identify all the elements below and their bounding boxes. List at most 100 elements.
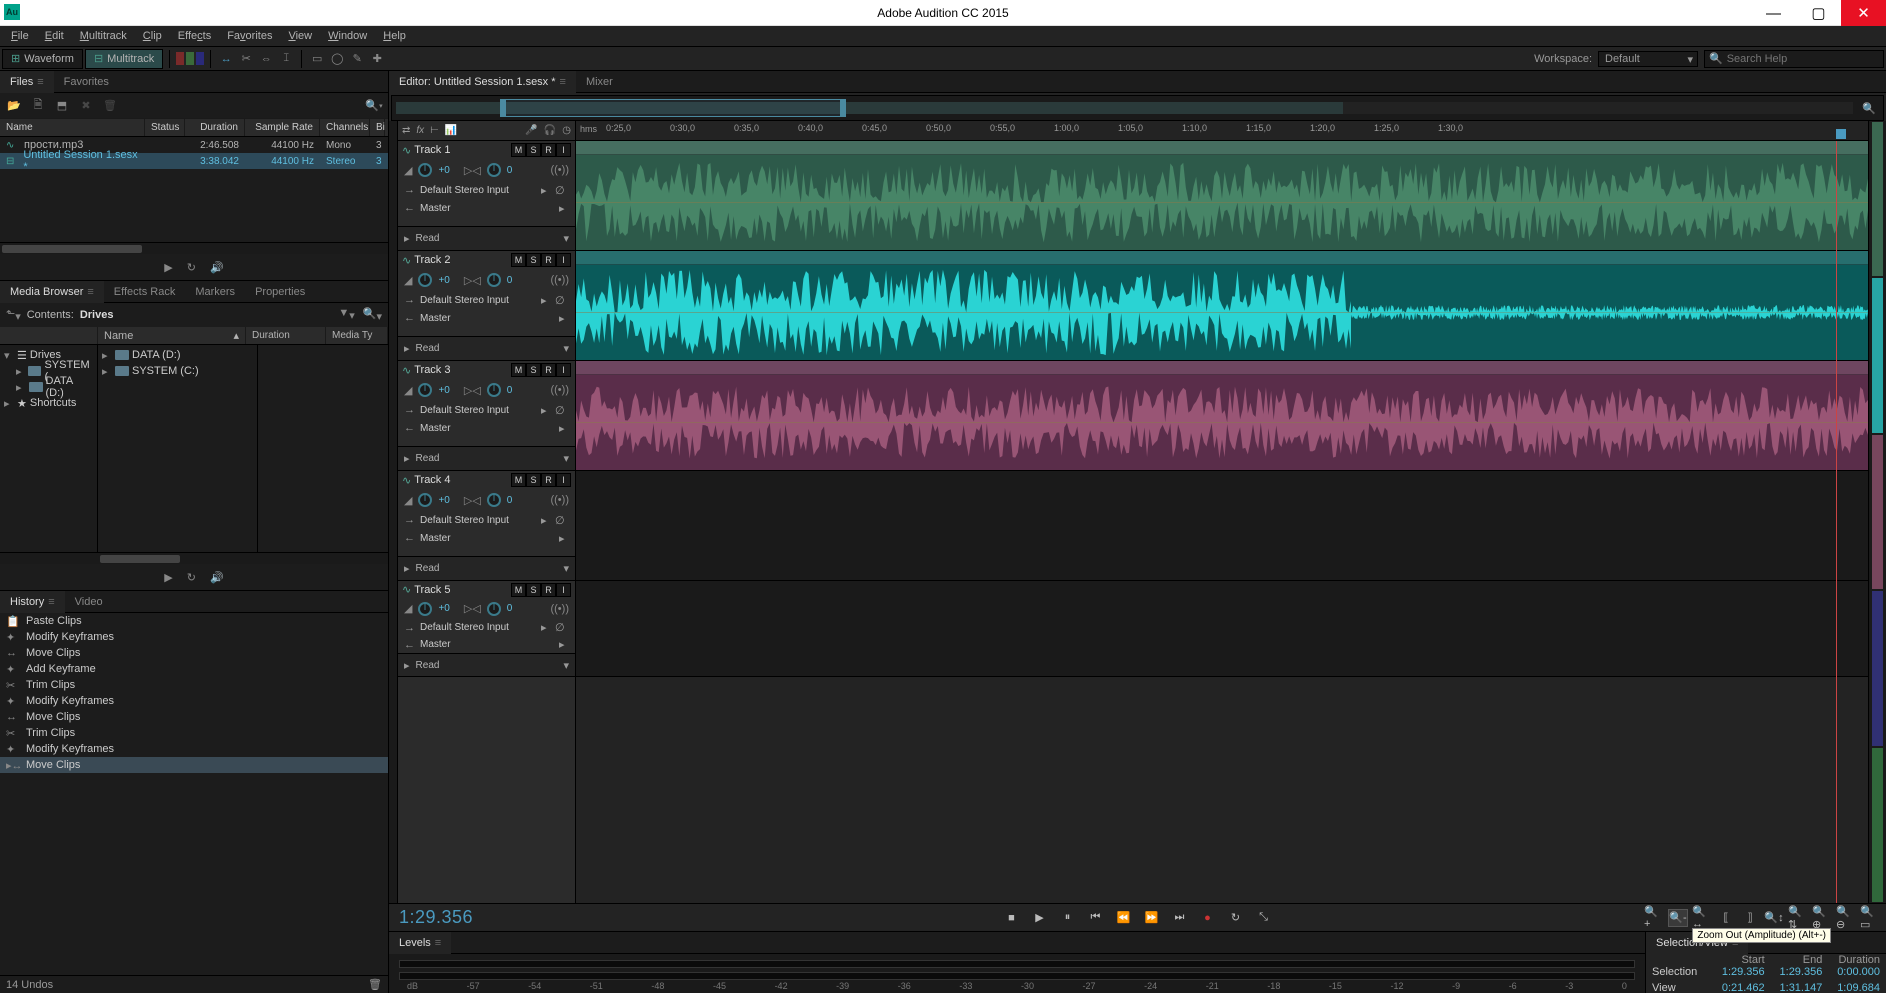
- end-marker-icon[interactable]: [1836, 129, 1846, 139]
- mb-play-icon[interactable]: ▶: [164, 571, 172, 584]
- history-item[interactable]: ✂Trim Clips: [0, 677, 388, 693]
- open-file-icon[interactable]: 📂: [6, 98, 22, 114]
- import-icon[interactable]: ⬒: [54, 98, 70, 114]
- track-i-button[interactable]: I: [556, 143, 571, 157]
- minimize-button[interactable]: —: [1751, 0, 1796, 26]
- zoom-reset-icon[interactable]: 🔍↔: [1692, 909, 1712, 927]
- files-row[interactable]: ⊟Untitled Session 1.sesx *3:38.04244100 …: [0, 153, 388, 169]
- stereo-link-icon[interactable]: ((•)): [550, 274, 569, 286]
- automation-lane[interactable]: ▸Read▾: [398, 226, 575, 250]
- menu-edit[interactable]: Edit: [37, 26, 72, 47]
- zoom-out-all-icon[interactable]: 🔍⊖: [1836, 909, 1856, 927]
- record-button[interactable]: ●: [1199, 909, 1217, 927]
- th-send-icon[interactable]: ⊢: [430, 125, 439, 136]
- zoom-sel-in-icon[interactable]: ⟦: [1716, 909, 1736, 927]
- track-s-button[interactable]: S: [526, 253, 541, 267]
- stereo-link-icon[interactable]: ((•)): [550, 384, 569, 396]
- timecode-display[interactable]: 1:29.356: [399, 907, 473, 928]
- time-select-tool-icon[interactable]: 𝙸: [277, 50, 295, 68]
- stereo-link-icon[interactable]: ((•)): [550, 494, 569, 506]
- files-autoplay-icon[interactable]: 🔊: [210, 261, 224, 274]
- zoom-in-time-icon[interactable]: 🔍+: [1644, 909, 1664, 927]
- track-s-button[interactable]: S: [526, 583, 541, 597]
- track-i-button[interactable]: I: [556, 583, 571, 597]
- track-i-button[interactable]: I: [556, 253, 571, 267]
- menu-multitrack[interactable]: Multitrack: [72, 26, 135, 47]
- menu-view[interactable]: View: [280, 26, 320, 47]
- play-button[interactable]: ▶: [1031, 909, 1049, 927]
- tab-favorites[interactable]: Favorites: [54, 71, 119, 93]
- files-play-icon[interactable]: ▶: [164, 261, 172, 274]
- input-phase-icon[interactable]: ∅: [555, 514, 569, 527]
- history-item[interactable]: ↔Move Clips: [0, 709, 388, 725]
- nav-overview[interactable]: 🔍: [391, 95, 1884, 121]
- track-s-button[interactable]: S: [526, 363, 541, 377]
- zoom-full-icon[interactable]: 🔍: [1859, 99, 1879, 117]
- volume-knob[interactable]: [418, 493, 432, 507]
- tab-history[interactable]: History≡: [0, 591, 65, 613]
- mb-search-icon[interactable]: 🔍▾: [363, 307, 382, 323]
- tab-effects-rack[interactable]: Effects Rack: [104, 281, 186, 303]
- th-route-icon[interactable]: ⇄: [402, 125, 410, 136]
- skip-selection-button[interactable]: ⤡: [1255, 909, 1273, 927]
- forward-button[interactable]: ⏩: [1143, 909, 1161, 927]
- track-r-button[interactable]: R: [541, 253, 556, 267]
- track-lane[interactable]: [576, 251, 1868, 361]
- history-item[interactable]: 📋Paste Clips: [0, 613, 388, 629]
- new-file-icon[interactable]: 🗎: [30, 98, 46, 114]
- track-header[interactable]: ∿Track 3 MSRI ◢ +0 ▷◁ 0 ((•)) →Default S…: [398, 361, 575, 471]
- volume-knob[interactable]: [418, 602, 432, 616]
- input-chevron-icon[interactable]: ▸: [541, 294, 551, 307]
- go-start-button[interactable]: ⏮: [1087, 909, 1105, 927]
- mb-loop-icon[interactable]: ↻: [187, 571, 196, 584]
- audio-clip[interactable]: [576, 141, 1868, 250]
- files-loop-icon[interactable]: ↻: [187, 261, 196, 274]
- track-m-button[interactable]: M: [511, 473, 526, 487]
- zoom-in-amp-icon[interactable]: 🔍↕: [1764, 909, 1784, 927]
- pan-knob[interactable]: [487, 383, 501, 397]
- input-phase-icon[interactable]: ∅: [555, 184, 569, 197]
- th-mic-icon[interactable]: 🎤: [525, 125, 537, 136]
- input-chevron-icon[interactable]: ▸: [541, 514, 551, 527]
- selview-row[interactable]: Selection1:29.3561:29.3560:00.000: [1646, 966, 1886, 982]
- tab-markers[interactable]: Markers: [185, 281, 245, 303]
- zoom-sel-out-icon[interactable]: ⟧: [1740, 909, 1760, 927]
- track-header[interactable]: ∿Track 4 MSRI ◢ +0 ▷◁ 0 ((•)) →Default S…: [398, 471, 575, 581]
- zoom-in-all-icon[interactable]: 🔍⊕: [1812, 909, 1832, 927]
- heal-tool-icon[interactable]: ✚: [368, 50, 386, 68]
- brush-tool-icon[interactable]: ✎: [348, 50, 366, 68]
- track-s-button[interactable]: S: [526, 473, 541, 487]
- stereo-link-icon[interactable]: ((•)): [550, 164, 569, 176]
- pan-knob[interactable]: [487, 163, 501, 177]
- maximize-button[interactable]: ▢: [1796, 0, 1841, 26]
- automation-lane[interactable]: ▸Read▾: [398, 446, 575, 470]
- history-item[interactable]: ✦Modify Keyframes: [0, 741, 388, 757]
- tab-levels[interactable]: Levels≡: [389, 932, 451, 954]
- files-search-icon[interactable]: 🔍▾: [366, 98, 382, 114]
- close-file-icon[interactable]: ✖: [78, 98, 94, 114]
- stereo-link-icon[interactable]: ((•)): [550, 603, 569, 615]
- search-help[interactable]: 🔍: [1704, 50, 1884, 68]
- th-monitor-icon[interactable]: 🎧: [544, 125, 556, 136]
- menu-effects[interactable]: Effects: [170, 26, 219, 47]
- output-chevron-icon[interactable]: ▸: [559, 312, 569, 325]
- track-lane[interactable]: [576, 471, 1868, 581]
- mb-col-duration[interactable]: Duration: [246, 327, 326, 344]
- mb-col-media[interactable]: Media Ty: [326, 327, 388, 344]
- pause-button[interactable]: ⏸: [1059, 909, 1077, 927]
- marquee-tool-icon[interactable]: ▭: [308, 50, 326, 68]
- track-r-button[interactable]: R: [541, 363, 556, 377]
- audio-clip[interactable]: [576, 361, 1868, 470]
- menu-favorites[interactable]: Favorites: [219, 26, 280, 47]
- input-phase-icon[interactable]: ∅: [555, 621, 569, 634]
- tab-video[interactable]: Video: [65, 591, 113, 613]
- input-phase-icon[interactable]: ∅: [555, 294, 569, 307]
- files-header[interactable]: Name Status Duration Sample Rate Channel…: [0, 119, 388, 137]
- output-chevron-icon[interactable]: ▸: [559, 202, 569, 215]
- menu-file[interactable]: File: [3, 26, 37, 47]
- pan-knob[interactable]: [487, 493, 501, 507]
- automation-lane[interactable]: ▸Read▾: [398, 556, 575, 580]
- menu-window[interactable]: Window: [320, 26, 375, 47]
- automation-lane[interactable]: ▸Read▾: [398, 653, 575, 676]
- track-m-button[interactable]: M: [511, 363, 526, 377]
